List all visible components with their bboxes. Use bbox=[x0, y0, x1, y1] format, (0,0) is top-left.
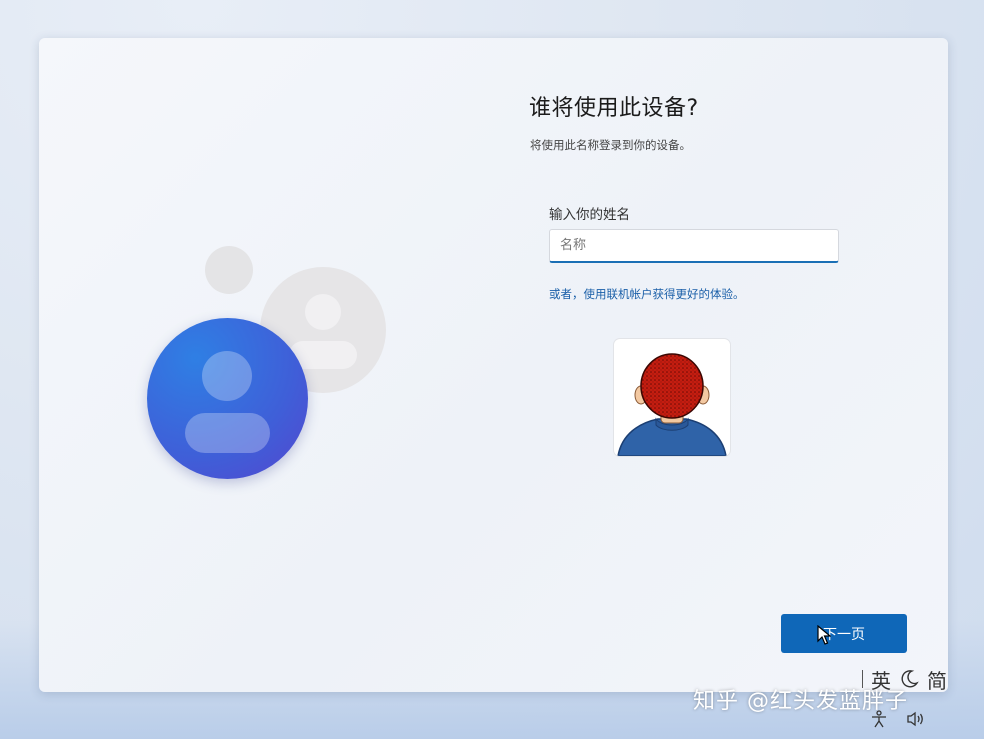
user-photo bbox=[614, 339, 730, 456]
decorative-dot bbox=[205, 246, 253, 294]
user-head-shape bbox=[305, 294, 341, 330]
red-haired-person-image bbox=[617, 353, 727, 456]
tray-separator bbox=[862, 670, 863, 688]
primary-user-icon bbox=[147, 318, 308, 479]
page-title: 谁将使用此设备? bbox=[529, 96, 699, 121]
user-head-shape bbox=[202, 351, 252, 401]
name-input[interactable] bbox=[549, 229, 839, 263]
user-body-shape bbox=[185, 413, 270, 453]
ime-language-toggle[interactable]: 英 bbox=[871, 665, 891, 694]
system-tray-bottom bbox=[870, 710, 926, 728]
name-field-label: 输入你的姓名 bbox=[549, 207, 630, 223]
accessibility-icon[interactable] bbox=[870, 710, 888, 728]
online-account-link[interactable]: 或者，使用联机帐户获得更好的体验。 bbox=[549, 286, 745, 302]
page-subtitle: 将使用此名称登录到你的设备。 bbox=[530, 138, 691, 152]
volume-icon[interactable] bbox=[906, 710, 926, 728]
ime-tray: 英 简 bbox=[862, 662, 947, 696]
mouse-cursor-icon bbox=[817, 625, 831, 645]
ime-script-toggle[interactable]: 简 bbox=[927, 665, 947, 694]
next-button[interactable]: 下一页 bbox=[781, 614, 907, 653]
moon-icon[interactable] bbox=[899, 669, 919, 689]
